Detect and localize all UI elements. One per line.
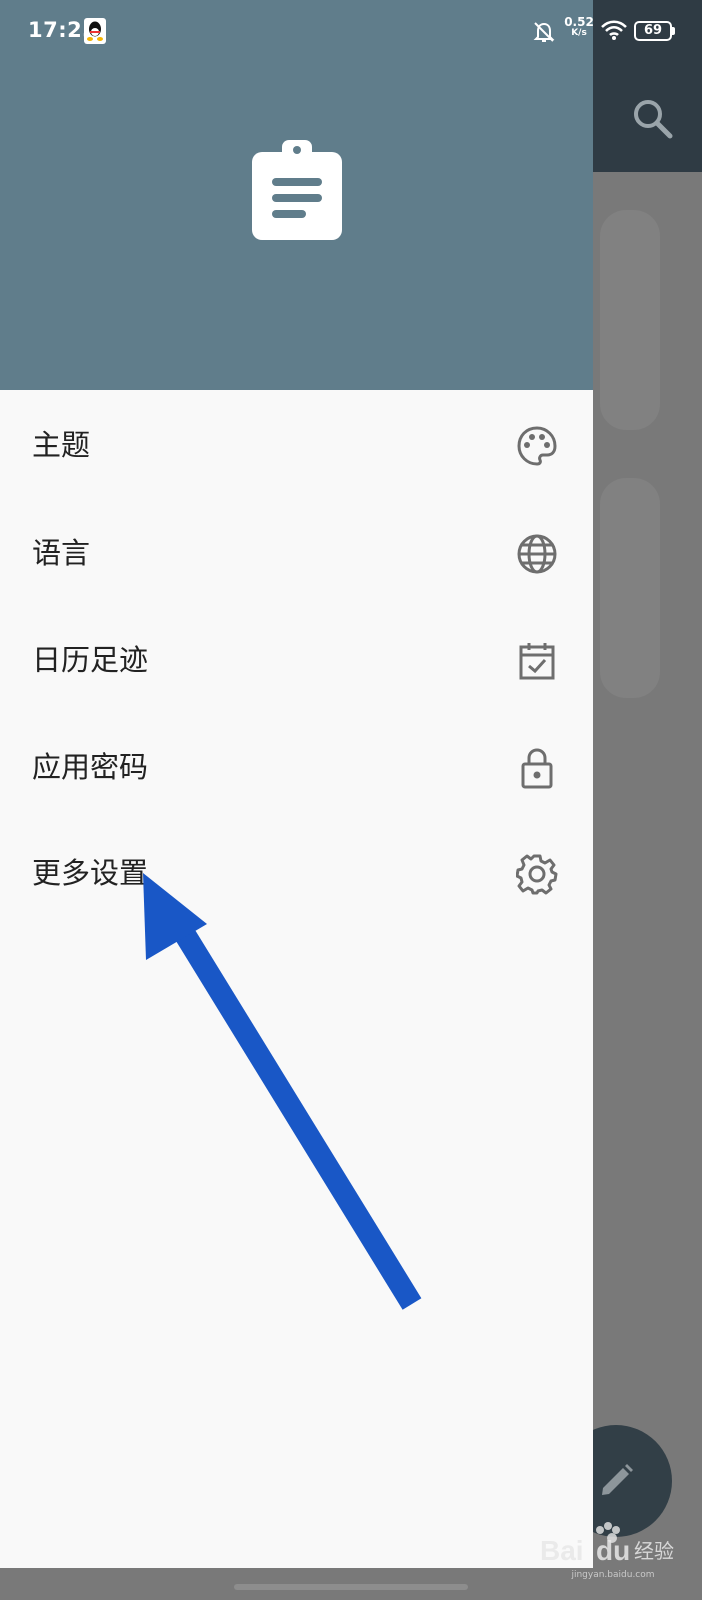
menu-item-label: 主题 <box>32 391 90 499</box>
wifi-icon <box>600 19 628 41</box>
battery-icon: 69 <box>634 21 672 41</box>
menu-item-label: 语言 <box>32 499 90 607</box>
screen: 主题 语言 日历足迹 <box>0 0 702 1600</box>
baidu-jingyan-watermark: Bai du 经验 <box>538 1516 688 1576</box>
qq-notification-icon <box>84 18 106 44</box>
menu-item-app-password[interactable]: 应用密码 <box>0 713 593 821</box>
menu-item-calendar[interactable]: 日历足迹 <box>0 606 593 714</box>
gear-icon <box>516 853 558 895</box>
search-icon[interactable] <box>630 96 676 142</box>
navigation-drawer: 主题 语言 日历足迹 <box>0 0 593 1568</box>
svg-text:Bai: Bai <box>540 1535 584 1566</box>
menu-item-theme[interactable]: 主题 <box>0 391 593 499</box>
menu-item-language[interactable]: 语言 <box>0 499 593 607</box>
menu-item-more-settings[interactable]: 更多设置 <box>0 819 593 927</box>
status-bar: 17:25 0.52 K/s 69 <box>0 0 702 64</box>
battery-tip <box>672 27 675 35</box>
bell-off-icon <box>532 20 556 44</box>
watermark-url: jingyan.baidu.com <box>538 1570 688 1580</box>
calendar-check-icon <box>516 640 558 682</box>
network-speed-unit: K/s <box>564 28 594 39</box>
network-speed: 0.52 K/s <box>564 17 594 39</box>
globe-icon <box>516 533 558 575</box>
home-indicator[interactable] <box>234 1584 468 1590</box>
battery-level: 69 <box>636 23 670 39</box>
background-note-card <box>600 210 660 430</box>
palette-icon <box>516 425 558 467</box>
svg-text:经验: 经验 <box>634 1539 674 1563</box>
network-speed-value: 0.52 <box>564 17 594 28</box>
background-note-card <box>600 478 660 698</box>
menu-item-label: 日历足迹 <box>32 606 148 714</box>
clipboard-list-icon <box>252 140 342 240</box>
svg-text:du: du <box>596 1535 630 1566</box>
menu-item-label: 更多设置 <box>32 819 148 927</box>
menu-item-label: 应用密码 <box>32 713 148 821</box>
pencil-icon <box>596 1461 636 1501</box>
lock-icon <box>516 747 558 789</box>
